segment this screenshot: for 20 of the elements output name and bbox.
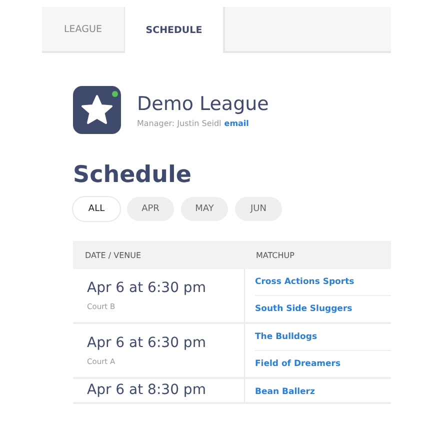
tab[interactable]: SCHEDULE [124, 7, 224, 53]
column-header: DATE / VENUE [84, 250, 142, 260]
team-link[interactable]: Cross Actions Sports [255, 269, 391, 296]
month-filter-pill[interactable]: MAY [181, 197, 228, 221]
team-link[interactable]: Bean Ballerz [255, 379, 391, 402]
email-link[interactable]: email [224, 118, 249, 128]
game-time: Apr 6 at 6:30 pm [87, 335, 207, 351]
section-heading: Schedule [73, 162, 192, 188]
tab[interactable]: LEAGUE [42, 7, 124, 53]
team-link[interactable]: The Bulldogs [255, 324, 391, 351]
month-filter-pill[interactable]: ALL [73, 197, 120, 221]
team-link[interactable]: South Side Sluggers [255, 296, 391, 322]
month-filter-pill[interactable]: APR [127, 197, 174, 221]
game-time: Apr 6 at 8:30 pm [87, 382, 207, 398]
league-name: Demo League [137, 92, 269, 114]
month-filter-pill[interactable]: JUN [235, 197, 282, 221]
column-header: MATCHUP [255, 250, 294, 260]
team-link[interactable]: Field of Dreamers [255, 351, 391, 377]
manager-name: Manager: Justin Seidl [137, 118, 222, 128]
game-time: Apr 6 at 6:30 pm [87, 280, 207, 296]
